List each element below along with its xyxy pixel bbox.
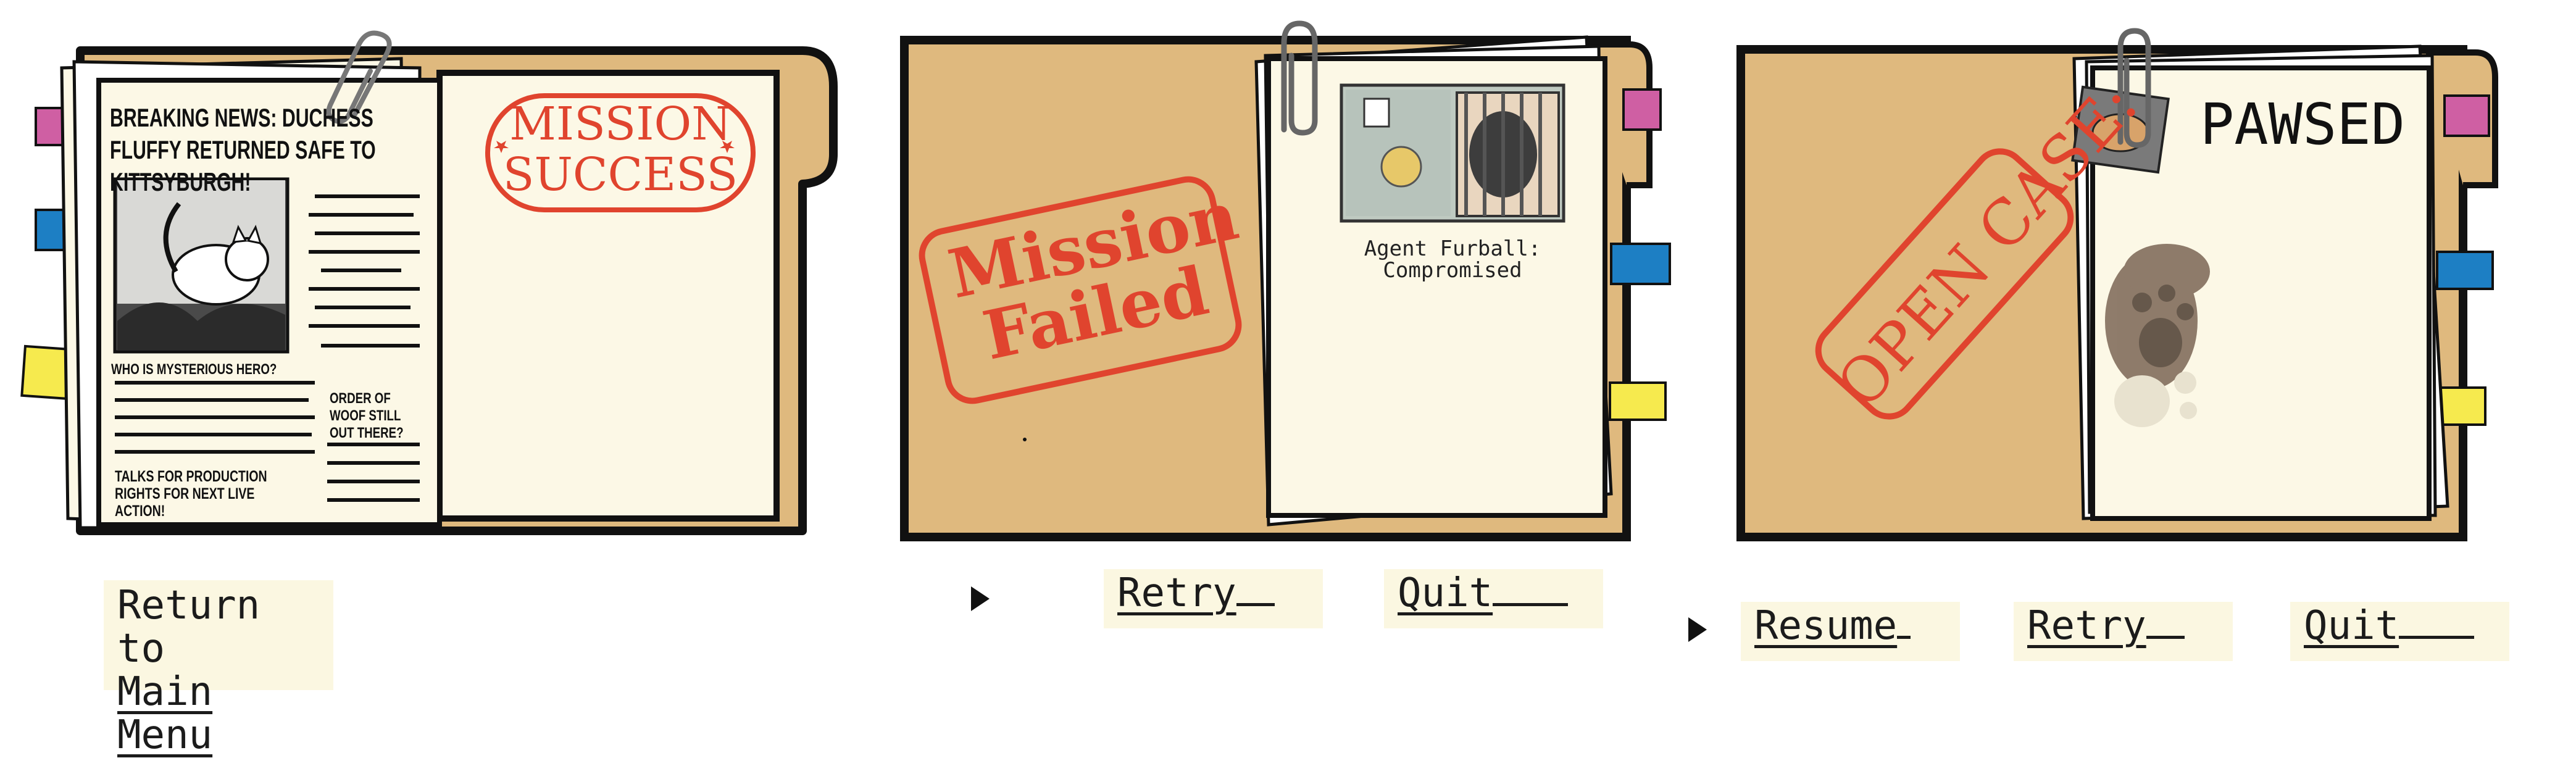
- mission-success-line1: MISSION: [509, 98, 732, 151]
- blue-tab: [2436, 251, 2494, 290]
- retry-label: Retry: [2027, 603, 2146, 649]
- resume-button[interactable]: Resume: [1741, 602, 1960, 661]
- paused-folder: [1736, 28, 2498, 541]
- quit-label: Quit: [2304, 603, 2399, 649]
- mission-success-line2: SUCCESS: [502, 148, 738, 201]
- quit-button[interactable]: Quit: [2290, 602, 2509, 661]
- agent-caption-line1: Agent Furball:: [1364, 236, 1541, 261]
- pawsed-title: PAWSED: [2199, 91, 2406, 157]
- menu-selector-arrow-icon: [1688, 617, 1707, 642]
- return-to-main-menu-button[interactable]: Return to Main Menu: [104, 580, 333, 757]
- paw-badge-icon: [1380, 146, 1422, 188]
- pink-tab: [1622, 88, 1662, 131]
- blue-tab: [1610, 243, 1671, 285]
- resume-label: Resume: [1754, 603, 1898, 649]
- newspaper-subhead-rights: TALKS FOR PRODUCTION RIGHTS FOR NEXT LIV…: [115, 468, 267, 520]
- mission-failed-screen: Mission Failed Agent Furball: Compromise…: [889, 0, 1704, 706]
- menu-selector-arrow-icon: [971, 586, 990, 611]
- retry-label: Retry: [1117, 570, 1236, 616]
- quit-button[interactable]: Quit: [1384, 569, 1603, 628]
- mission-success-screen: BREAKING NEWS: DUCHESS FLUFFY RETURNED S…: [0, 0, 864, 757]
- yellow-tab: [1609, 381, 1667, 421]
- pink-tab: [2443, 94, 2490, 137]
- paused-screen: PAWSED OPEN CASE: Resume Retry Quit: [1688, 0, 2576, 706]
- newspaper-subhead-hero: WHO IS MYSTERIOUS HERO?: [111, 361, 277, 378]
- return-button-line1: Return to: [117, 583, 261, 672]
- agent-caption-line2: Compromised: [1383, 258, 1522, 283]
- newspaper-headline: BREAKING NEWS: DUCHESS FLUFFY RETURNED S…: [110, 103, 376, 196]
- retry-button[interactable]: Retry: [2014, 602, 2233, 661]
- newspaper-subhead-woof: ORDER OF WOOF STILL OUT THERE?: [330, 390, 404, 441]
- return-button-line2: Main Menu: [117, 669, 213, 758]
- quit-label: Quit: [1398, 570, 1493, 616]
- retry-button[interactable]: Retry: [1104, 569, 1323, 628]
